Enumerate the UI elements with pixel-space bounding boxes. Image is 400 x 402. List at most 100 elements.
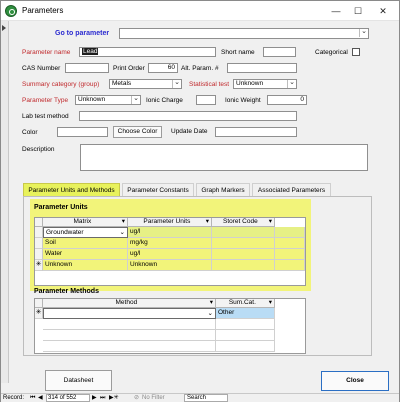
close-window-button[interactable]: ✕ [376, 4, 390, 18]
record-navigation-bar: Record: ⏮ ◀ 314 of 552 ▶ ⏭ ▶✳ ⊘ No Filte… [1, 393, 399, 402]
minimize-button[interactable]: — [329, 4, 343, 18]
new-record-nav-icon[interactable]: ▶✳ [109, 394, 119, 402]
storet-cell[interactable] [212, 260, 275, 271]
no-filter-label[interactable]: No Filter [142, 394, 165, 402]
empty-cell [216, 319, 275, 330]
chevron-down-icon[interactable]: ⌄ [359, 29, 368, 37]
grid-corner [35, 218, 43, 227]
parameter-type-value: Unknown [78, 96, 106, 103]
lab-test-method-field[interactable] [79, 111, 297, 121]
filler-cell [275, 238, 305, 249]
parameters-window: Parameters — ☐ ✕ Go to parameter ⌄ Param… [0, 0, 400, 402]
record-label: Record: [3, 395, 25, 401]
cas-number-label: CAS Number [22, 65, 61, 72]
previous-record-icon[interactable]: ◀ [38, 394, 43, 402]
chevron-down-icon[interactable]: ⌄ [287, 80, 296, 88]
title-bar: Parameters — ☐ ✕ [1, 1, 399, 21]
parameter-type-label: Parameter Type [22, 97, 69, 104]
chevron-down-icon[interactable]: ⌄ [120, 228, 125, 237]
close-button[interactable]: Close [321, 371, 389, 391]
update-date-field[interactable] [215, 127, 297, 137]
storet-cell[interactable] [212, 227, 275, 238]
storet-column-header[interactable]: Storet Code ▾ [212, 218, 275, 227]
first-record-icon[interactable]: ⏮ [30, 394, 35, 402]
choose-color-button[interactable]: Choose Color [113, 126, 162, 138]
units-cell[interactable]: ug/l [128, 249, 212, 260]
sumcat-cell[interactable]: Other [216, 308, 275, 319]
summary-category-combo[interactable]: Metals ⌄ [109, 79, 182, 89]
units-header-text: Parameter Units [143, 218, 191, 225]
ionic-charge-field[interactable] [196, 95, 216, 105]
ionic-weight-field[interactable]: 0 [267, 95, 307, 105]
grid-corner [35, 299, 43, 308]
record-selector[interactable] [1, 21, 9, 383]
statistical-test-value: Unknown [236, 80, 264, 87]
matrix-header-text: Matrix [73, 218, 92, 225]
datasheet-button[interactable]: Datasheet [45, 370, 112, 391]
summary-category-value: Metals [112, 80, 132, 87]
short-name-field[interactable] [263, 47, 296, 57]
empty-cell [216, 330, 275, 341]
row-selector[interactable] [35, 249, 43, 260]
chevron-down-icon[interactable]: ⌄ [131, 96, 140, 104]
alt-param-field[interactable] [227, 63, 297, 73]
filter-icon: ⊘ [134, 395, 140, 401]
tab-associated-parameters[interactable]: Associated Parameters [252, 183, 331, 196]
parameter-units-grid: Matrix ▾ Parameter Units ▾ Storet Code ▾… [34, 217, 306, 286]
search-field[interactable]: Search [184, 394, 228, 402]
maximize-button[interactable]: ☐ [351, 4, 365, 18]
method-column-header[interactable]: Method ▾ [43, 299, 216, 308]
last-record-icon[interactable]: ⏭ [100, 394, 105, 402]
record-position-field[interactable]: 314 of 552 [46, 394, 90, 402]
update-date-label: Update Date [171, 128, 208, 135]
new-record-icon[interactable]: ✳ [35, 260, 43, 271]
alt-param-label: Alt. Param. # [181, 65, 219, 72]
goto-parameter-label: Go to parameter [55, 30, 110, 37]
parameter-type-combo[interactable]: Unknown ⌄ [75, 95, 141, 105]
new-record-icon[interactable]: ✳ [35, 308, 43, 319]
units-cell[interactable]: mg/kg [128, 238, 212, 249]
chevron-down-icon: ▾ [268, 218, 272, 225]
chevron-down-icon: ▾ [121, 218, 125, 225]
statistical-test-combo[interactable]: Unknown ⌄ [233, 79, 297, 89]
goto-parameter-combo[interactable]: ⌄ [119, 28, 369, 39]
color-label: Color [22, 129, 38, 136]
storet-cell[interactable] [212, 238, 275, 249]
parameter-name-field[interactable]: Lead [79, 47, 216, 57]
tab-parameter-constants[interactable]: Parameter Constants [122, 183, 194, 196]
method-cell-combo[interactable]: ⌄ [43, 308, 216, 319]
next-record-icon[interactable]: ▶ [92, 394, 97, 402]
matrix-cell[interactable]: Water [43, 249, 128, 260]
matrix-cell[interactable]: Soil [43, 238, 128, 249]
cas-number-field[interactable] [65, 63, 109, 73]
filler-cell [275, 227, 305, 238]
sumcat-column-header[interactable]: Sum.Cat. ▾ [216, 299, 275, 308]
parameter-name-label: Parameter name [22, 49, 71, 56]
chevron-down-icon[interactable]: ⌄ [208, 309, 213, 318]
matrix-cell[interactable]: Unknown [43, 260, 128, 271]
sumcat-header-text: Sum.Cat. [228, 299, 256, 306]
storet-header-text: Storet Code [223, 218, 258, 225]
matrix-column-header[interactable]: Matrix ▾ [43, 218, 128, 227]
filler-cell [275, 249, 305, 260]
tab-parameter-units-and-methods[interactable]: Parameter Units and Methods [23, 183, 120, 196]
matrix-value: Groundwater [46, 229, 84, 236]
window-title: Parameters [22, 6, 64, 15]
units-cell[interactable]: Unknown [128, 260, 212, 271]
units-column-header[interactable]: Parameter Units ▾ [128, 218, 212, 227]
current-record-icon [2, 25, 6, 31]
description-field[interactable] [80, 144, 368, 171]
empty-cell [43, 341, 216, 352]
matrix-cell-combo[interactable]: Groundwater ⌄ [43, 227, 128, 238]
chevron-down-icon[interactable]: ⌄ [172, 80, 181, 88]
row-selector[interactable] [35, 227, 43, 238]
empty-cell [216, 341, 275, 352]
storet-cell[interactable] [212, 249, 275, 260]
print-order-field[interactable]: 60 [148, 63, 178, 73]
row-selector[interactable] [35, 238, 43, 249]
tab-graph-markers[interactable]: Graph Markers [196, 183, 250, 196]
parameter-units-title: Parameter Units [34, 204, 88, 211]
categorical-checkbox[interactable] [352, 48, 360, 56]
color-field[interactable] [57, 127, 108, 137]
units-cell[interactable]: ug/l [128, 227, 212, 238]
